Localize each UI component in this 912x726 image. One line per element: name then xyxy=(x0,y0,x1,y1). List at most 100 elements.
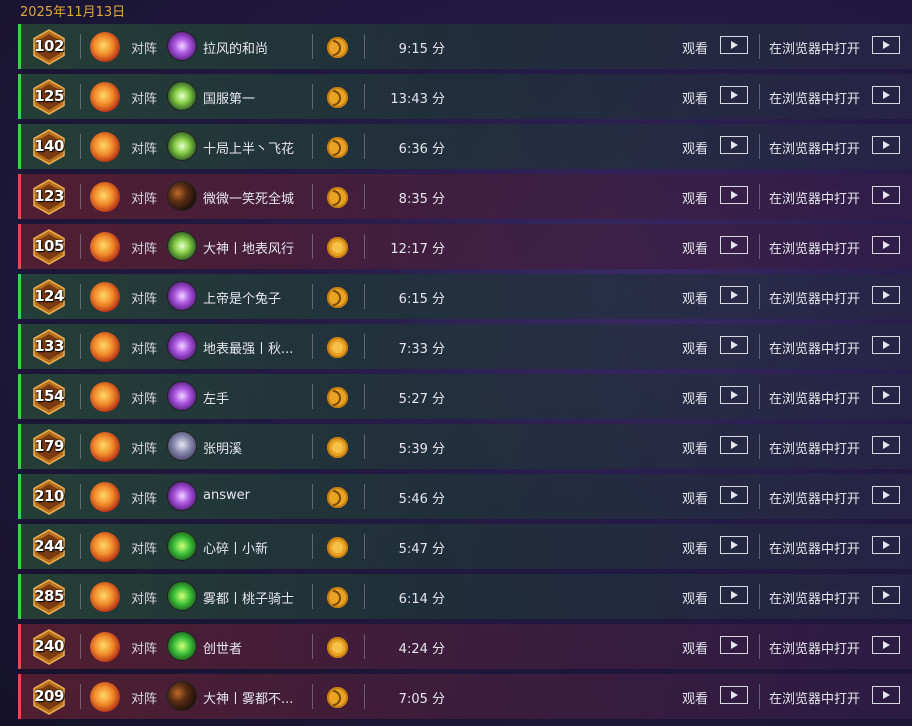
divider xyxy=(80,484,81,509)
watch-play-button[interactable] xyxy=(720,536,748,554)
match-duration: 5:27 分 xyxy=(398,392,445,407)
divider xyxy=(312,34,313,59)
watch-play-button[interactable] xyxy=(720,486,748,504)
divider xyxy=(312,184,313,209)
open-in-browser-button[interactable] xyxy=(872,286,900,304)
open-in-browser-button[interactable] xyxy=(872,86,900,104)
open-in-browser-label: 在浏览器中打开 xyxy=(769,42,861,57)
rank-value: 179 xyxy=(34,437,64,455)
rank-value: 125 xyxy=(34,87,64,105)
watch-play-button[interactable] xyxy=(720,86,748,104)
open-in-browser-button[interactable] xyxy=(872,486,900,504)
open-in-browser-button[interactable] xyxy=(872,636,900,654)
mode-icon xyxy=(90,432,120,462)
divider xyxy=(312,584,313,609)
open-in-browser-button[interactable] xyxy=(872,36,900,54)
opponent-hero-icon xyxy=(167,231,197,261)
open-in-browser-button[interactable] xyxy=(872,586,900,604)
divider xyxy=(312,84,313,109)
divider xyxy=(312,134,313,159)
opponent-name: 上帝是个兔子 xyxy=(203,292,282,307)
divider xyxy=(364,684,365,709)
watch-play-button[interactable] xyxy=(720,336,748,354)
mode-label: 对阵 xyxy=(131,442,158,457)
rank-badge: 125 xyxy=(31,79,67,115)
rank-badge: 154 xyxy=(31,379,67,415)
divider xyxy=(80,184,81,209)
open-in-browser-button[interactable] xyxy=(872,536,900,554)
match-row: 105 对阵 大神丨地表风行 12:17 分 观看 在浏览器中打开 xyxy=(18,224,912,269)
divider xyxy=(364,334,365,359)
match-duration: 5:39 分 xyxy=(398,442,445,457)
rank-value: 105 xyxy=(34,237,64,255)
opponent-hero-icon xyxy=(167,631,197,661)
rank-value: 102 xyxy=(34,37,64,55)
match-row: 133 对阵 地表最强丨秋... 7:33 分 观看 在浏览器中打开 xyxy=(18,324,912,369)
match-row: 124 对阵 上帝是个兔子 6:15 分 观看 在浏览器中打开 xyxy=(18,274,912,319)
mode-label: 对阵 xyxy=(131,42,158,57)
watch-play-button[interactable] xyxy=(720,586,748,604)
divider xyxy=(364,584,365,609)
opponent-name: 拉风的和尚 xyxy=(203,42,269,57)
open-in-browser-button[interactable] xyxy=(872,186,900,204)
coin-icon xyxy=(327,587,348,608)
watch-label: 观看 xyxy=(682,142,709,157)
opponent-name: answer xyxy=(203,488,250,503)
mode-label: 对阵 xyxy=(131,492,158,507)
rank-value: 133 xyxy=(34,337,64,355)
watch-play-button[interactable] xyxy=(720,236,748,254)
divider xyxy=(80,234,81,259)
open-in-browser-label: 在浏览器中打开 xyxy=(769,542,861,557)
watch-play-button[interactable] xyxy=(720,686,748,704)
opponent-name: 心碎丨小新 xyxy=(203,542,269,557)
coin-icon xyxy=(327,487,348,508)
open-in-browser-button[interactable] xyxy=(872,136,900,154)
divider xyxy=(80,384,81,409)
watch-play-button[interactable] xyxy=(720,436,748,454)
open-in-browser-label: 在浏览器中打开 xyxy=(769,92,861,107)
match-duration: 7:05 分 xyxy=(398,692,445,707)
match-row: 179 对阵 张明溪 5:39 分 观看 在浏览器中打开 xyxy=(18,424,912,469)
open-in-browser-button[interactable] xyxy=(872,386,900,404)
watch-label: 观看 xyxy=(682,692,709,707)
watch-play-button[interactable] xyxy=(720,386,748,404)
divider xyxy=(80,634,81,659)
watch-play-button[interactable] xyxy=(720,636,748,654)
match-duration: 13:43 分 xyxy=(390,92,445,107)
opponent-hero-icon xyxy=(167,331,197,361)
divider xyxy=(80,684,81,709)
divider xyxy=(364,284,365,309)
watch-label: 观看 xyxy=(682,442,709,457)
watch-play-button[interactable] xyxy=(720,286,748,304)
open-in-browser-button[interactable] xyxy=(872,686,900,704)
open-in-browser-label: 在浏览器中打开 xyxy=(769,642,861,657)
divider xyxy=(759,584,760,609)
mode-icon xyxy=(90,682,120,712)
match-duration: 4:24 分 xyxy=(398,642,445,657)
opponent-name: 左手 xyxy=(203,392,230,407)
rank-value: 285 xyxy=(34,587,64,605)
coin-icon xyxy=(327,237,348,258)
coin-icon xyxy=(327,437,348,458)
mode-icon xyxy=(90,582,120,612)
rank-badge: 124 xyxy=(31,279,67,315)
open-in-browser-label: 在浏览器中打开 xyxy=(769,242,861,257)
divider xyxy=(364,134,365,159)
open-in-browser-button[interactable] xyxy=(872,436,900,454)
watch-play-button[interactable] xyxy=(720,136,748,154)
open-in-browser-button[interactable] xyxy=(872,336,900,354)
watch-play-button[interactable] xyxy=(720,36,748,54)
rank-badge: 140 xyxy=(31,129,67,165)
watch-play-button[interactable] xyxy=(720,186,748,204)
divider xyxy=(364,634,365,659)
open-in-browser-label: 在浏览器中打开 xyxy=(769,392,861,407)
match-row: 154 对阵 左手 5:27 分 观看 在浏览器中打开 xyxy=(18,374,912,419)
opponent-hero-icon xyxy=(167,81,197,111)
divider xyxy=(759,534,760,559)
mode-label: 对阵 xyxy=(131,292,158,307)
mode-label: 对阵 xyxy=(131,92,158,107)
open-in-browser-button[interactable] xyxy=(872,236,900,254)
match-duration: 5:47 分 xyxy=(398,542,445,557)
divider xyxy=(364,84,365,109)
mode-icon xyxy=(90,382,120,412)
